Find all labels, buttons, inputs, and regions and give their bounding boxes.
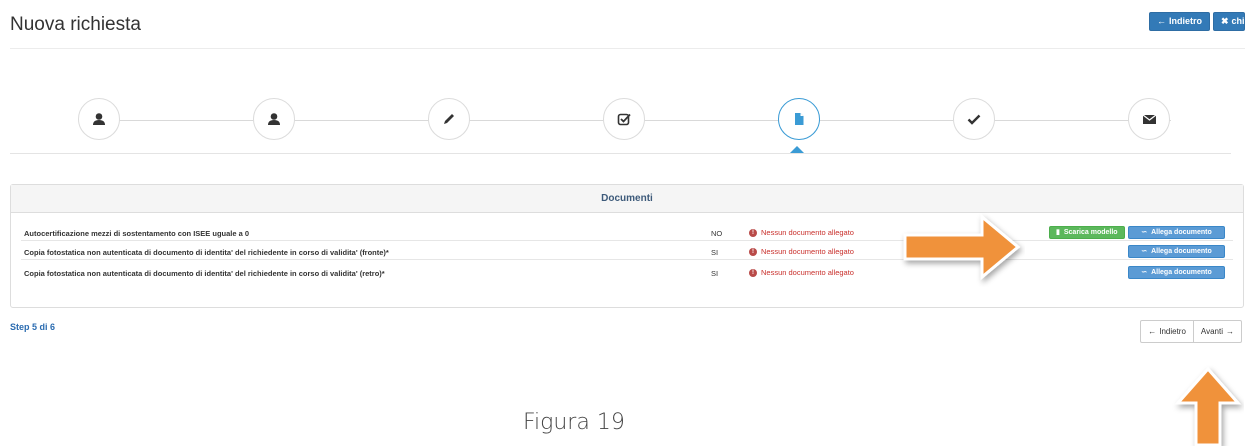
previous-step-label: Indietro: [1159, 327, 1186, 336]
document-row: Autocertificazione mezzi di sostentament…: [21, 225, 1233, 241]
document-required: SI: [711, 248, 719, 257]
pencil-icon: [444, 114, 454, 124]
file-icon: ▮: [1056, 229, 1060, 236]
document-status: ! Nessun documento allegato: [749, 247, 854, 256]
document-status-text: Nessun documento allegato: [761, 228, 854, 237]
step-5-file[interactable]: [778, 98, 820, 140]
exclamation-circle-icon: !: [749, 247, 757, 256]
header-actions: ← Indietro ✖ chiudi: [1149, 12, 1245, 31]
back-button-label: Indietro: [1169, 16, 1202, 26]
step-4-checkbox[interactable]: [603, 98, 645, 140]
document-status: ! Nessun documento allegato: [749, 228, 854, 237]
arrow-left-icon: ←: [1157, 16, 1166, 26]
document-name: Copia fotostatica non autenticata di doc…: [24, 269, 385, 278]
documents-panel-title: Documenti: [11, 185, 1243, 213]
checkbox-icon: [617, 113, 631, 126]
attach-document-button[interactable]: ∽ Allega documento: [1128, 245, 1225, 258]
wizard-navigation: ← Indietro Avanti →: [1140, 320, 1242, 343]
envelope-icon: [1142, 114, 1156, 124]
back-button[interactable]: ← Indietro: [1149, 12, 1210, 31]
attach-document-button[interactable]: ∽ Allega documento: [1128, 226, 1225, 239]
document-name: Copia fotostatica non autenticata di doc…: [24, 248, 389, 257]
next-step-button[interactable]: Avanti →: [1192, 321, 1241, 342]
paperclip-icon: ∽: [1141, 229, 1148, 236]
close-icon: ✖: [1221, 16, 1229, 26]
step-2-user[interactable]: [253, 98, 295, 140]
exclamation-circle-icon: !: [749, 268, 757, 277]
attach-document-label: Allega documento: [1151, 229, 1212, 236]
figure-caption: Figura 19: [523, 410, 625, 435]
attach-document-label: Allega documento: [1151, 269, 1212, 276]
step-progress-text: Step 5 di 6: [10, 322, 56, 332]
annotation-arrow-up-icon: [1174, 366, 1242, 446]
file-icon: [795, 113, 804, 125]
download-template-button[interactable]: ▮ Scarica modello: [1049, 226, 1125, 239]
arrow-left-icon: ←: [1148, 327, 1157, 336]
document-required: NO: [711, 229, 723, 238]
document-status: ! Nessun documento allegato: [749, 268, 854, 277]
document-status-text: Nessun documento allegato: [761, 247, 854, 256]
document-row: Copia fotostatica non autenticata di doc…: [21, 244, 1233, 260]
documents-panel: Documenti Autocertificazione mezzi di so…: [10, 184, 1244, 308]
document-name: Autocertificazione mezzi di sostentament…: [24, 229, 250, 238]
paperclip-icon: ∽: [1141, 248, 1148, 255]
header-divider: [10, 48, 1245, 49]
attach-document-label: Allega documento: [1151, 248, 1212, 255]
paperclip-icon: ∽: [1141, 269, 1148, 276]
attach-document-button[interactable]: ∽ Allega documento: [1128, 266, 1225, 279]
exclamation-circle-icon: !: [749, 228, 757, 237]
active-step-pointer: [790, 146, 804, 153]
download-template-label: Scarica modello: [1063, 229, 1118, 236]
step-6-check[interactable]: [953, 98, 995, 140]
document-required: SI: [711, 269, 719, 278]
step-7-envelope[interactable]: [1128, 98, 1170, 140]
document-row: Copia fotostatica non autenticata di doc…: [21, 265, 1233, 281]
stepper-divider: [10, 153, 1231, 154]
annotation-arrow-right-icon: [903, 213, 1021, 281]
arrow-right-icon: →: [1226, 327, 1234, 336]
check-icon: [967, 114, 981, 125]
document-status-text: Nessun documento allegato: [761, 268, 854, 277]
step-3-pencil[interactable]: [428, 98, 470, 140]
close-button[interactable]: ✖ chiudi: [1213, 12, 1245, 31]
user-icon: [268, 113, 280, 125]
next-step-label: Avanti: [1200, 327, 1223, 336]
close-button-label: chiudi: [1231, 16, 1245, 26]
wizard-stepper: [10, 98, 1231, 142]
page-title: Nuova richiesta: [10, 14, 141, 35]
user-icon: [93, 113, 105, 125]
previous-step-button[interactable]: ← Indietro: [1141, 321, 1193, 342]
step-1-user[interactable]: [78, 98, 120, 140]
